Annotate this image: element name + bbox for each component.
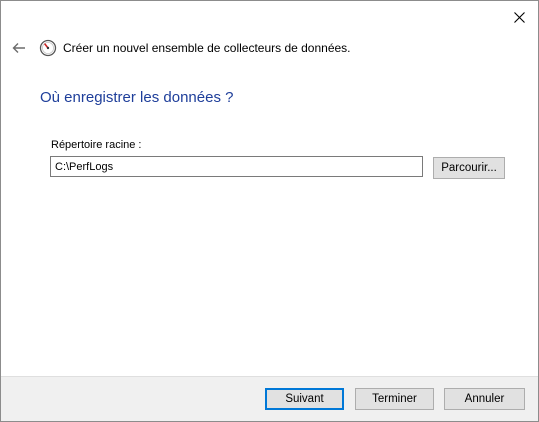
page-title: Où enregistrer les données ?: [40, 89, 234, 106]
finish-button[interactable]: Terminer: [355, 388, 434, 410]
close-icon: [513, 11, 525, 23]
back-button[interactable]: [9, 38, 29, 58]
browse-button[interactable]: Parcourir...: [433, 157, 505, 179]
root-directory-input[interactable]: [50, 156, 423, 177]
close-button[interactable]: [508, 7, 530, 27]
cancel-button[interactable]: Annuler: [444, 388, 525, 410]
wizard-header: Créer un nouvel ensemble de collecteurs …: [9, 37, 538, 59]
root-directory-label: Répertoire racine :: [51, 139, 142, 151]
performance-gauge-icon: [39, 39, 57, 57]
wizard-header-title: Créer un nouvel ensemble de collecteurs …: [63, 41, 351, 55]
back-arrow-icon: [12, 43, 25, 53]
next-button[interactable]: Suivant: [265, 388, 344, 410]
wizard-window: Créer un nouvel ensemble de collecteurs …: [0, 0, 539, 422]
